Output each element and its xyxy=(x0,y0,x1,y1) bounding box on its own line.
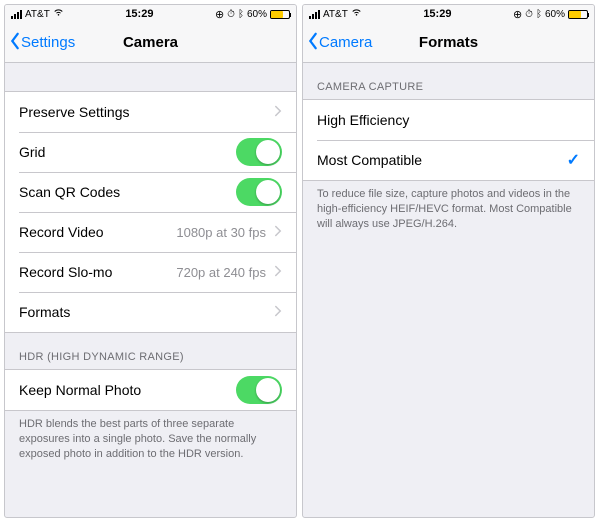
settings-group: High Efficiency Most Compatible ✓ xyxy=(303,99,594,181)
status-right: ⊕ ⏱ ᛒ 60% xyxy=(513,8,588,21)
row-label: Record Slo-mo xyxy=(19,264,112,280)
status-time: 15:29 xyxy=(125,8,153,20)
settings-row[interactable]: Record Slo-mo 720p at 240 fps xyxy=(5,252,296,292)
toggle-switch[interactable] xyxy=(236,178,282,206)
alarm-icon: ⏱ xyxy=(227,9,235,20)
settings-row[interactable]: Keep Normal Photo xyxy=(5,370,296,410)
status-left: AT&T xyxy=(309,8,362,20)
status-time: 15:29 xyxy=(423,8,451,20)
chevron-right-icon xyxy=(274,225,282,240)
toggle-switch[interactable] xyxy=(236,138,282,166)
detail-value: 1080p at 30 fps xyxy=(176,225,266,240)
bluetooth-icon: ᛒ xyxy=(536,9,542,20)
section-header-hdr: HDR (HIGH DYNAMIC RANGE) xyxy=(5,333,296,369)
row-label: Scan QR Codes xyxy=(19,184,120,200)
carrier-label: AT&T xyxy=(25,9,50,20)
row-label: Preserve Settings xyxy=(19,104,130,120)
detail-value: 720p at 240 fps xyxy=(176,265,266,280)
row-label: High Efficiency xyxy=(317,112,409,128)
battery-fill xyxy=(271,11,283,18)
chevron-left-icon xyxy=(307,32,319,54)
battery-pct: 60% xyxy=(247,9,267,20)
screen-camera-settings: AT&T 15:29 ⊕ ⏱ ᛒ 60% Settings Camera Pre… xyxy=(4,4,297,518)
wifi-icon xyxy=(53,8,64,20)
signal-bars-icon xyxy=(11,10,22,19)
bluetooth-icon: ᛒ xyxy=(238,9,244,20)
settings-row[interactable]: Record Video 1080p at 30 fps xyxy=(5,212,296,252)
chevron-right-icon xyxy=(274,305,282,320)
chevron-right-icon xyxy=(274,105,282,120)
battery-icon xyxy=(568,10,588,19)
carrier-label: AT&T xyxy=(323,9,348,20)
wifi-icon xyxy=(351,8,362,20)
section-footer-hdr: HDR blends the best parts of three separ… xyxy=(5,411,296,472)
status-left: AT&T xyxy=(11,8,64,20)
row-label: Keep Normal Photo xyxy=(19,382,141,398)
settings-row[interactable]: Formats xyxy=(5,292,296,332)
row-label: Grid xyxy=(19,144,45,160)
back-button[interactable]: Settings xyxy=(5,32,75,54)
settings-row[interactable]: Most Compatible ✓ xyxy=(303,140,594,180)
content: CAMERA CAPTURE High Efficiency Most Compa… xyxy=(303,63,594,517)
nav-bar: Settings Camera xyxy=(5,23,296,63)
status-bar: AT&T 15:29 ⊕ ⏱ ᛒ 60% xyxy=(5,5,296,23)
row-label: Most Compatible xyxy=(317,152,422,168)
settings-row[interactable]: High Efficiency xyxy=(303,100,594,140)
section-footer-capture: To reduce file size, capture photos and … xyxy=(303,181,594,242)
battery-pct: 60% xyxy=(545,9,565,20)
settings-row[interactable]: Scan QR Codes xyxy=(5,172,296,212)
rotation-lock-icon: ⊕ xyxy=(215,8,224,21)
row-label: Formats xyxy=(19,304,70,320)
signal-bars-icon xyxy=(309,10,320,19)
screen-formats: AT&T 15:29 ⊕ ⏱ ᛒ 60% Camera Formats CAME… xyxy=(302,4,595,518)
chevron-left-icon xyxy=(9,32,21,54)
checkmark-icon: ✓ xyxy=(567,150,580,170)
settings-row[interactable]: Grid xyxy=(5,132,296,172)
settings-group-1: Preserve Settings Grid Scan QR Codes Record… xyxy=(5,91,296,333)
back-label: Camera xyxy=(319,34,372,51)
toggle-switch[interactable] xyxy=(236,376,282,404)
back-button[interactable]: Camera xyxy=(303,32,372,54)
settings-group-2: Keep Normal Photo xyxy=(5,369,296,411)
settings-row[interactable]: Preserve Settings xyxy=(5,92,296,132)
back-label: Settings xyxy=(21,34,75,51)
section-header-capture: CAMERA CAPTURE xyxy=(303,63,594,99)
status-right: ⊕ ⏱ ᛒ 60% xyxy=(215,8,290,21)
content: Preserve Settings Grid Scan QR Codes Record… xyxy=(5,63,296,517)
status-bar: AT&T 15:29 ⊕ ⏱ ᛒ 60% xyxy=(303,5,594,23)
rotation-lock-icon: ⊕ xyxy=(513,8,522,21)
battery-fill xyxy=(569,11,581,18)
alarm-icon: ⏱ xyxy=(525,9,533,20)
row-label: Record Video xyxy=(19,224,104,240)
chevron-right-icon xyxy=(274,265,282,280)
nav-bar: Camera Formats xyxy=(303,23,594,63)
battery-icon xyxy=(270,10,290,19)
